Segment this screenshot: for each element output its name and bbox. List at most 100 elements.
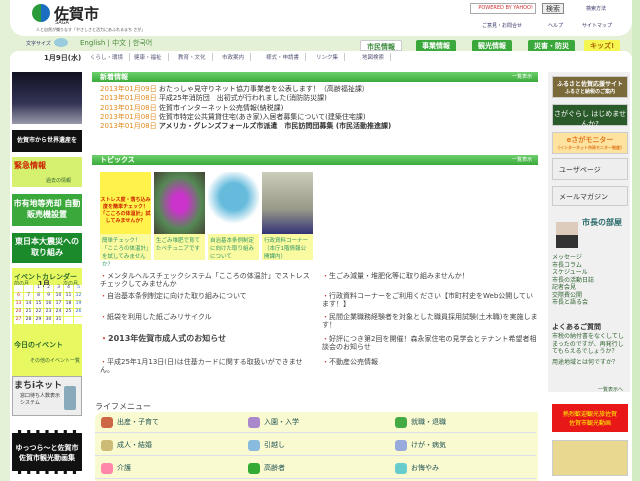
topic-link[interactable]: 自治基本条例制定に向けた取り組みについて	[100, 292, 316, 300]
life-menu-item[interactable]: お悔やみ	[389, 458, 536, 479]
calendar-day[interactable]	[24, 285, 33, 292]
calendar-day[interactable]: 2	[44, 285, 53, 292]
nav-yoshiki[interactable]: 様式・申請書	[260, 53, 307, 61]
calendar-day[interactable]: 12	[74, 293, 83, 300]
life-menu-item[interactable]: けが・病気	[389, 435, 536, 456]
calendar-day[interactable]: 13	[14, 301, 23, 308]
monitor-banner[interactable]: eさがモニター (インターネット市政モニター制度)	[552, 132, 628, 154]
news-item[interactable]: 2013年01月08日 アメリカ・グレンズフォールズ市派遣 市民訪問団募集 (市…	[100, 122, 391, 131]
calendar-day[interactable]: 16	[44, 301, 53, 308]
calendar-day[interactable]: 31	[54, 317, 63, 324]
calendar-day[interactable]: 3	[54, 285, 63, 292]
sagagurashi-banner[interactable]: さがぐらし はじめませんか?	[552, 104, 628, 128]
tab-tourism[interactable]: 観光情報	[472, 40, 512, 51]
calendar-day[interactable]: 22	[34, 309, 43, 316]
nav-kyouiku[interactable]: 教育・文化	[172, 53, 213, 61]
land-sale-banner[interactable]: 市有地等売却 自動販売機設置	[12, 194, 82, 226]
calendar-day[interactable]: 9	[44, 293, 53, 300]
life-menu-item[interactable]: 出産・子育て	[95, 412, 242, 433]
calendar-day[interactable]: 11	[64, 293, 73, 300]
lang-zh[interactable]: 中文	[112, 39, 126, 47]
calendar-day[interactable]: 7	[24, 293, 33, 300]
news-item[interactable]: 2013年01月08日 平成25年消防団 出初式が行われました(消防防災課)	[100, 94, 391, 103]
life-menu-item[interactable]: 就職・退職	[389, 412, 536, 433]
topic-link[interactable]: 行政資料コーナーをご利用ください【市町村史をWeb公開しています！】	[322, 292, 538, 308]
topic-link[interactable]: メンタルヘルスチェックシステム「こころの体温計」でストレスチェックしてみませんか	[100, 272, 316, 288]
calendar-day[interactable]: 28	[24, 317, 33, 324]
life-menu-item[interactable]: 成人・結婚	[95, 435, 242, 456]
mayor-link[interactable]: 記者会見	[552, 284, 594, 292]
mayor-link[interactable]: スケジュール	[552, 269, 594, 277]
lang-en[interactable]: English	[80, 39, 105, 47]
news-link[interactable]: 佐賀市特定公共賃貸住宅(あき家)入居者募集について(建築住宅課)	[159, 113, 366, 121]
bottom-right-banner[interactable]	[552, 440, 628, 476]
calendar-day[interactable]: 10	[54, 293, 63, 300]
userpage-button[interactable]: ユーザページ	[552, 158, 628, 180]
other-events-link[interactable]: その他のイベント一覧	[30, 357, 80, 364]
faq-more-link[interactable]: 一覧表示へ	[598, 386, 623, 393]
calendar-day[interactable]: 20	[14, 309, 23, 316]
news-link[interactable]: おたっしゃ見守りネット協力事業者を公表します！（高齢福祉課）	[159, 85, 369, 93]
sitemap-link[interactable]: サイトマップ	[582, 22, 612, 29]
calendar-day[interactable]: 5	[74, 285, 83, 292]
calendar-day[interactable]	[64, 317, 73, 324]
calendar-day[interactable]: 23	[44, 309, 53, 316]
news-item[interactable]: 2013年01月09日 おたっしゃ見守りネット協力事業者を公表します！（高齢福祉…	[100, 85, 391, 94]
nav-map[interactable]: 地図検索	[356, 53, 392, 61]
search-button[interactable]: 検索	[542, 3, 564, 14]
topic-link[interactable]: 生ごみ減量・堆肥化等に取り組みませんか！	[322, 272, 538, 280]
life-menu-item[interactable]: 介護	[95, 458, 242, 479]
search-help-link[interactable]: 検索方法	[586, 5, 606, 12]
kankou-banner[interactable]: 熱烈歓迎観光旅佐賀 佐賀市観光動画	[552, 404, 628, 432]
life-menu-item[interactable]: 引越し	[242, 435, 389, 456]
tab-kids[interactable]: キッズ!	[584, 40, 621, 51]
font-size-icon[interactable]	[54, 38, 68, 47]
world-heritage-banner[interactable]: 佐賀市から世界遺産を	[12, 130, 82, 152]
calendar-day[interactable]: 19	[74, 301, 83, 308]
emergency-past-link[interactable]: 過去の情報	[46, 177, 71, 184]
topic-link[interactable]: 民間企業職務経験者を対象とした職員採用試験(土木職)を実施します！	[322, 313, 538, 329]
calendar-day[interactable]: 29	[34, 317, 43, 324]
mayor-link[interactable]: 市長コラム	[552, 262, 594, 270]
calendar-day[interactable]: 25	[64, 309, 73, 316]
topic-link[interactable]: 紙袋を利用した紙ごみリサイクル	[100, 313, 316, 321]
news-item[interactable]: 2013年01月08日 佐賀市特定公共賃貸住宅(あき家)入居者募集について(建築…	[100, 113, 391, 122]
calendar-day[interactable]: 26	[74, 309, 83, 316]
calendar-day[interactable]: 18	[64, 301, 73, 308]
calendar-day[interactable]: 15	[34, 301, 43, 308]
topic-card[interactable]: 生ごみ堆肥で育てたペチュニアです	[154, 172, 205, 260]
contact-link[interactable]: ご意見・お問合せ	[482, 22, 522, 29]
calendar-day[interactable]: 8	[34, 293, 43, 300]
calendar-day[interactable]: 21	[24, 309, 33, 316]
calendar-day[interactable]	[14, 285, 23, 292]
calendar-day[interactable]	[74, 317, 83, 324]
city-logo-icon[interactable]	[32, 4, 50, 22]
tourism-video-banner[interactable]: ゆっつら～と佐賀市 佐賀市観光動画集	[12, 430, 82, 474]
calendar-day[interactable]: 24	[54, 309, 63, 316]
mayor-link[interactable]: メッセージ	[552, 254, 594, 262]
topic-card[interactable]: 自治基本条例制定に向けた取り組みについて	[208, 172, 259, 260]
illumination-banner[interactable]	[12, 72, 82, 124]
mayor-link[interactable]: 市長と語る会	[552, 299, 594, 307]
tab-citizen[interactable]: 市民情報	[360, 40, 402, 51]
mayor-photo[interactable]	[556, 222, 578, 248]
tab-business[interactable]: 事業情報	[416, 40, 456, 51]
nav-shisei[interactable]: 市政案内	[216, 53, 252, 61]
topic-link[interactable]: 2013年佐賀市成人式のお知らせ	[100, 335, 316, 343]
tab-disaster[interactable]: 災害・防災	[528, 40, 575, 51]
news-link[interactable]: アメリカ・グレンズフォールズ市派遣 市民訪問団募集 (市民活動推進課)	[159, 122, 391, 130]
calendar-day[interactable]: 1	[34, 285, 43, 292]
calendar-day[interactable]: 6	[14, 293, 23, 300]
topic-card[interactable]: 行政資料コーナー（本庁1階情報公開課内）	[262, 172, 313, 260]
topic-card[interactable]: ストレス度・落ち込み度を簡単チェック！「こころの体温計」試してみませんか？ 簡単チ…	[100, 172, 151, 268]
faq-item[interactable]: 市税の納付書をなくしてしまったのですが、再発行してもらえるでしょうか？	[552, 333, 628, 356]
topic-link[interactable]: 好評につき第2回を開催！森永家住宅の見学会とテナント希望者相談会のお知らせ	[322, 335, 538, 351]
lang-ko[interactable]: 한국어	[133, 39, 152, 47]
news-item[interactable]: 2013年01月08日 佐賀市インターネット公売情報(納税課)	[100, 104, 391, 113]
life-menu-item[interactable]: 高齢者	[242, 458, 389, 479]
nav-kenkou[interactable]: 健康・福祉	[128, 53, 169, 61]
news-link[interactable]: 佐賀市インターネット公売情報(納税課)	[159, 104, 283, 112]
mailmag-button[interactable]: メールマガジン	[552, 186, 628, 206]
calendar-day[interactable]: 14	[24, 301, 33, 308]
help-link[interactable]: ヘルプ	[548, 22, 563, 29]
